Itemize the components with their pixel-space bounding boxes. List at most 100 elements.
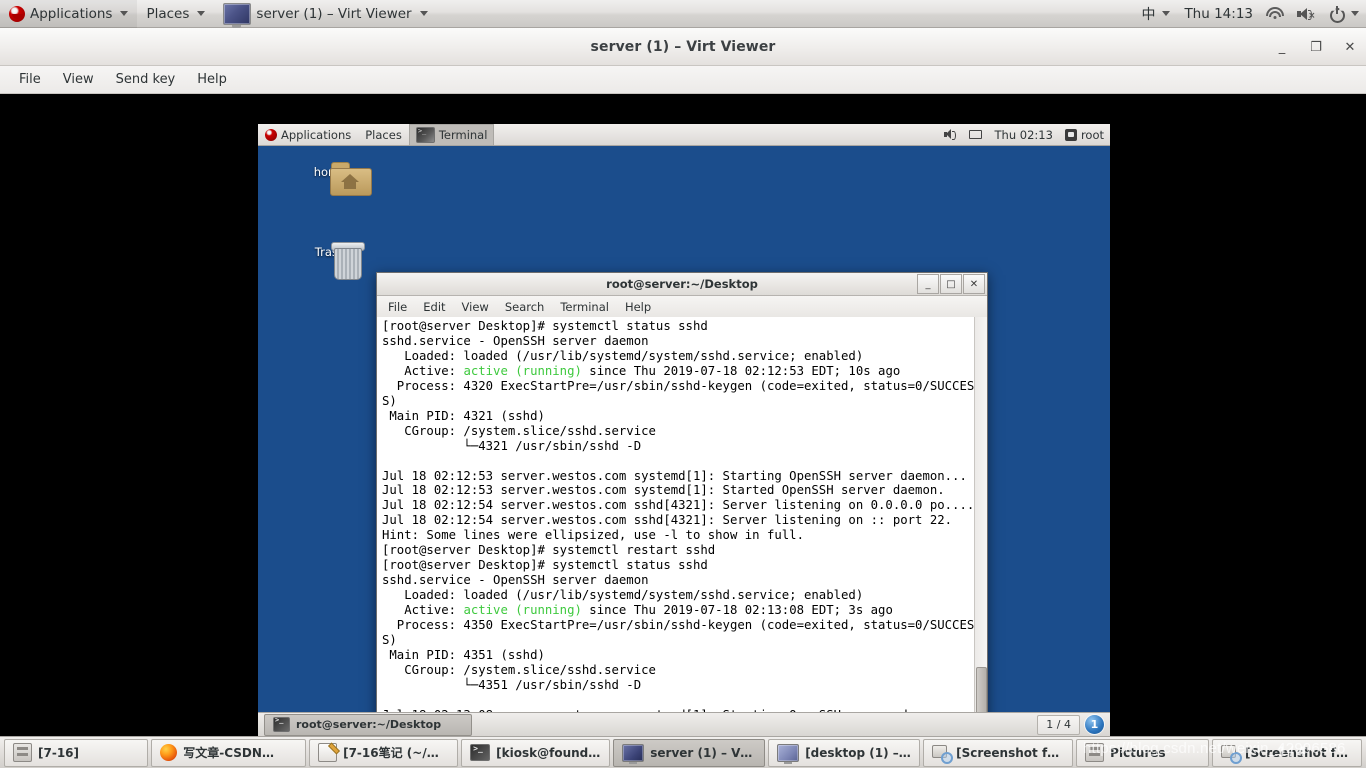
- terminal-line: [root@server Desktop]# systemctl status …: [382, 319, 987, 334]
- guest-clock[interactable]: Thu 02:13: [989, 124, 1059, 146]
- terminal-maximize-button[interactable]: □: [940, 274, 962, 294]
- taskbar-item-0[interactable]: [7-16]: [4, 738, 149, 767]
- host-applications-menu[interactable]: Applications: [0, 0, 138, 28]
- host-clock[interactable]: Thu 14:13: [1177, 0, 1260, 28]
- terminal-span: Main PID: 4351 (sshd): [382, 647, 545, 662]
- terminal-span: sshd.service - OpenSSH server daemon: [382, 333, 649, 348]
- terminal-line: Jul 18 02:12:54 server.westos.com sshd[4…: [382, 498, 987, 513]
- menu-view[interactable]: View: [52, 69, 105, 90]
- taskbar-item-5[interactable]: [desktop (1) –…: [768, 738, 921, 767]
- terminal-menu-help[interactable]: Help: [617, 298, 659, 316]
- guest-places-menu[interactable]: Places: [358, 124, 409, 146]
- file-manager-icon: [13, 743, 32, 762]
- guest-network-indicator[interactable]: [963, 124, 989, 146]
- virt-viewer-guest-canvas[interactable]: Applications Places Terminal Thu 02:13: [0, 95, 1366, 736]
- terminal-minimize-button[interactable]: _: [917, 274, 939, 294]
- terminal-span: S): [382, 393, 397, 408]
- taskbar-item-4[interactable]: server (1) – Vi…: [613, 738, 766, 767]
- terminal-line: Loaded: loaded (/usr/lib/systemd/system/…: [382, 588, 987, 603]
- terminal-line: Process: 4350 ExecStartPre=/usr/sbin/ssh…: [382, 618, 987, 633]
- terminal-line: S): [382, 394, 987, 409]
- terminal-line: Jul 18 02:12:53 server.westos.com system…: [382, 469, 987, 484]
- guest-applications-label: Applications: [281, 127, 352, 142]
- host-places-menu[interactable]: Places: [137, 0, 214, 28]
- guest-clock-label: Thu 02:13: [994, 127, 1053, 142]
- guest-workspace-switcher[interactable]: 1 / 4: [1037, 714, 1080, 735]
- taskbar-item-8[interactable]: [Screenshot fr…: [1211, 738, 1362, 767]
- terminal-line: └─4351 /usr/sbin/sshd -D: [382, 678, 987, 693]
- taskbar-item-6[interactable]: [Screenshot fr…: [923, 738, 1074, 767]
- terminal-line: Process: 4320 ExecStartPre=/usr/sbin/ssh…: [382, 379, 987, 394]
- chevron-down-icon: [197, 11, 206, 16]
- terminal-icon: [470, 744, 491, 761]
- terminal-span: Active:: [382, 363, 464, 378]
- volume-icon: [943, 129, 957, 140]
- terminal-line: S): [382, 633, 987, 648]
- taskbar-item-7[interactable]: Pictures: [1076, 738, 1209, 767]
- window-thumbnail-icon: [223, 2, 252, 28]
- terminal-span: [root@server Desktop]# systemctl restart…: [382, 543, 716, 558]
- redhat-icon: [265, 128, 277, 141]
- terminal-menu-edit[interactable]: Edit: [415, 298, 453, 316]
- taskbar-item-3[interactable]: [kiosk@found…: [461, 738, 611, 767]
- virt-viewer-menubar: File View Send key Help: [0, 66, 1366, 94]
- minimize-button[interactable]: _: [1274, 39, 1290, 55]
- guest-user-label: root: [1080, 127, 1104, 142]
- volume-indicator[interactable]: ×: [1290, 0, 1322, 28]
- desktop-icon-home[interactable]: home: [298, 162, 372, 196]
- wifi-icon: [1266, 7, 1284, 20]
- host-top-panel: Applications Places server (1) – Virt Vi…: [0, 0, 1366, 28]
- terminal-close-button[interactable]: ✕: [963, 274, 985, 294]
- firefox-icon: [160, 744, 178, 761]
- virt-viewer-icon: [777, 743, 800, 764]
- guest-volume-indicator[interactable]: [938, 124, 963, 146]
- taskbar-item-1[interactable]: 写文章-CSDN…: [151, 738, 307, 767]
- terminal-menu-search[interactable]: Search: [497, 298, 553, 316]
- guest-desktop[interactable]: Applications Places Terminal Thu 02:13: [258, 124, 1110, 736]
- wifi-indicator[interactable]: [1260, 0, 1290, 28]
- virt-viewer-icon: [622, 743, 645, 764]
- terminal-span: Process: 4350 ExecStartPre=/usr/sbin/ssh…: [382, 618, 975, 633]
- terminal-line: Jul 18 02:12:54 server.westos.com sshd[4…: [382, 513, 987, 528]
- menu-send-key[interactable]: Send key: [105, 69, 187, 90]
- maximize-button[interactable]: ❐: [1308, 39, 1324, 55]
- terminal-span: S): [382, 633, 397, 648]
- terminal-span: Jul 18 02:12:54 server.westos.com sshd[4…: [382, 513, 953, 528]
- terminal-line: Active: active (running) since Thu 2019-…: [382, 603, 987, 618]
- guest-applications-menu[interactable]: Applications: [258, 124, 358, 146]
- host-applications-label: Applications: [30, 5, 113, 22]
- terminal-line: Main PID: 4321 (sshd): [382, 409, 987, 424]
- menu-help[interactable]: Help: [186, 69, 238, 90]
- guest-taskbar-item-terminal[interactable]: root@server:~/Desktop: [264, 713, 472, 736]
- terminal-text: [root@server Desktop]# systemctl status …: [382, 319, 987, 736]
- system-menu[interactable]: [1322, 0, 1366, 28]
- ime-indicator[interactable]: 中: [1134, 0, 1177, 28]
- host-active-window-label: server (1) – Virt Viewer: [256, 5, 412, 22]
- terminal-menu-file[interactable]: File: [380, 298, 415, 316]
- volume-muted-icon: ×: [1297, 7, 1316, 21]
- chevron-down-icon: [1162, 11, 1171, 16]
- terminal-output-area[interactable]: [root@server Desktop]# systemctl status …: [377, 317, 987, 736]
- terminal-menu-view[interactable]: View: [454, 298, 497, 316]
- terminal-window[interactable]: root@server:~/Desktop _ □ ✕ File Edit Vi…: [376, 272, 988, 736]
- menu-file[interactable]: File: [8, 69, 52, 90]
- file-manager-icon: [1085, 743, 1105, 762]
- terminal-line: Active: active (running) since Thu 2019-…: [382, 364, 987, 379]
- guest-active-app-button[interactable]: Terminal: [408, 124, 495, 146]
- terminal-scrollbar[interactable]: [974, 317, 987, 736]
- virt-viewer-titlebar[interactable]: server (1) – Virt Viewer _ ❐ ✕: [0, 28, 1366, 66]
- terminal-menu-terminal[interactable]: Terminal: [552, 298, 617, 316]
- terminal-span: [root@server Desktop]# systemctl status …: [382, 558, 708, 573]
- desktop-icon-trash[interactable]: Trash: [298, 242, 365, 280]
- terminal-span: Main PID: 4321 (sshd): [382, 408, 545, 423]
- guest-user-menu[interactable]: root: [1059, 124, 1110, 146]
- terminal-line: CGroup: /system.slice/sshd.service: [382, 663, 987, 678]
- terminal-titlebar[interactable]: root@server:~/Desktop _ □ ✕: [377, 273, 987, 296]
- taskbar-item-2[interactable]: [7-16笔记 (~/…: [309, 738, 459, 767]
- guest-workspace-badge[interactable]: 1: [1085, 715, 1104, 734]
- guest-active-app-label: Terminal: [438, 127, 488, 142]
- close-button[interactable]: ✕: [1342, 39, 1358, 55]
- host-window-menu[interactable]: server (1) – Virt Viewer: [214, 0, 436, 28]
- guest-taskbar-item-label: root@server:~/Desktop: [296, 718, 442, 731]
